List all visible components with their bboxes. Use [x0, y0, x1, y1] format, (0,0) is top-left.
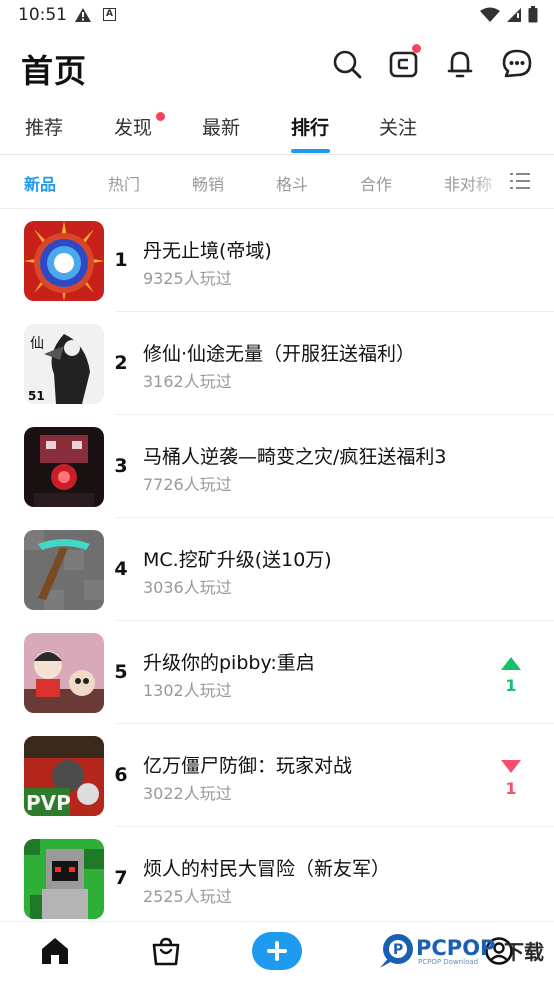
tab-ranking[interactable]: 排行	[291, 113, 329, 140]
play-count: 3036人玩过	[143, 578, 232, 597]
wifi-icon	[480, 7, 500, 22]
signal-icon	[507, 7, 521, 22]
rank-number: 6	[114, 764, 128, 786]
game-icon	[24, 530, 104, 610]
play-count: 3022人玩过	[143, 784, 232, 803]
game-name: 丹无止境(帝域)	[143, 240, 272, 262]
tab-discover[interactable]: 发现	[114, 113, 152, 140]
wallet-button[interactable]	[388, 44, 421, 80]
play-count: 3162人玩过	[143, 372, 232, 391]
rank-number: 2	[114, 352, 128, 374]
game-name: 烦人的村民大冒险（新友军）	[143, 858, 391, 880]
play-count: 7726人玩过	[143, 475, 232, 494]
rank-number: 7	[114, 867, 128, 889]
subtab-collab[interactable]: 合作	[360, 171, 392, 195]
play-count: 1302人玩过	[143, 681, 232, 700]
message-icon[interactable]	[501, 48, 533, 80]
watermark-sub: PCPOP Download	[418, 958, 479, 966]
list-item[interactable]: 仙 51 2 修仙·仙途无量（开服狂送福利） 3162人玩过	[0, 312, 554, 415]
ranking-subtabs: 新品 热门 畅销 格斗 合作 非对称	[0, 155, 554, 209]
pcpop-watermark: P PCPOP PCPOP Download 下载	[374, 928, 554, 978]
svg-text:仙: 仙	[30, 336, 44, 352]
subtab-new[interactable]: 新品	[24, 171, 56, 195]
subtab-hot[interactable]: 热门	[108, 171, 140, 195]
tab-latest[interactable]: 最新	[202, 113, 240, 140]
menu-icon[interactable]	[510, 172, 530, 190]
bag-icon[interactable]	[151, 936, 181, 966]
watermark-brand: PCPOP	[416, 936, 496, 960]
discover-badge-dot	[156, 112, 165, 121]
list-item[interactable]: PVP 6 亿万僵尸防御：玩家对战 3022人玩过 1	[0, 724, 554, 827]
rank-change: 1	[505, 779, 517, 798]
list-item[interactable]: 7 烦人的村民大冒险（新友军） 2525人玩过	[0, 827, 554, 930]
watermark-download: 下载	[504, 940, 544, 964]
subtab-fighting[interactable]: 格斗	[276, 171, 308, 195]
game-icon	[24, 427, 104, 507]
svg-text:PVP: PVP	[26, 791, 71, 815]
search-icon[interactable]	[331, 48, 363, 80]
svg-text:51: 51	[28, 389, 45, 403]
game-icon: 仙 51	[24, 324, 104, 404]
list-item[interactable]: 1 丹无止境(帝域) 9325人玩过	[0, 209, 554, 312]
svg-text:P: P	[393, 942, 403, 958]
rank-number: 3	[114, 455, 128, 477]
plus-icon-v	[275, 941, 279, 961]
arrow-up-icon	[501, 657, 521, 670]
a-icon: A	[103, 8, 116, 21]
home-icon[interactable]	[40, 936, 70, 966]
pcpop-logo-icon: P	[380, 934, 413, 968]
rank-trend-up: 1	[500, 655, 522, 695]
game-name: 马桶人逆袭—畸变之灾/疯狂送福利3	[143, 446, 447, 468]
list-item[interactable]: 4 MC.挖矿升级(送10万) 3036人玩过	[0, 518, 554, 621]
warning-icon	[75, 8, 91, 22]
list-item[interactable]: 3 马桶人逆袭—畸变之灾/疯狂送福利3 7726人玩过	[0, 415, 554, 518]
status-time: 10:51	[18, 5, 67, 25]
subtabs-fade	[470, 165, 510, 199]
game-icon: PVP	[24, 736, 104, 816]
game-name: 升级你的pibby:重启	[143, 652, 315, 674]
game-name: MC.挖矿升级(送10万)	[143, 549, 332, 571]
arrow-down-icon	[501, 760, 521, 773]
create-button[interactable]	[252, 932, 302, 970]
rank-number: 5	[114, 661, 128, 683]
tab-follow[interactable]: 关注	[379, 113, 417, 140]
battery-icon	[528, 6, 538, 23]
game-icon	[24, 221, 104, 301]
active-tab-indicator	[291, 149, 330, 153]
game-name: 修仙·仙途无量（开服狂送福利）	[143, 343, 416, 365]
status-right	[480, 6, 538, 23]
list-item[interactable]: 5 升级你的pibby:重启 1302人玩过 1	[0, 621, 554, 724]
play-count: 9325人玩过	[143, 269, 232, 288]
main-tabs: 推荐 发现 最新 排行 关注	[0, 108, 554, 154]
subtab-bestseller[interactable]: 畅销	[192, 171, 224, 195]
rank-number: 1	[114, 249, 128, 271]
game-name: 亿万僵尸防御：玩家对战	[143, 755, 353, 777]
tab-recommend[interactable]: 推荐	[25, 113, 63, 140]
rank-number: 4	[114, 558, 128, 580]
page-title: 首页	[21, 52, 88, 90]
play-count: 2525人玩过	[143, 887, 232, 906]
rank-trend-down: 1	[500, 758, 522, 798]
game-icon	[24, 839, 104, 919]
wallet-badge-dot	[412, 44, 421, 53]
header: 首页	[0, 40, 554, 96]
bell-icon[interactable]	[444, 48, 476, 80]
rank-change: 1	[505, 676, 517, 695]
status-bar: 10:51 A	[0, 0, 554, 32]
game-icon	[24, 633, 104, 713]
